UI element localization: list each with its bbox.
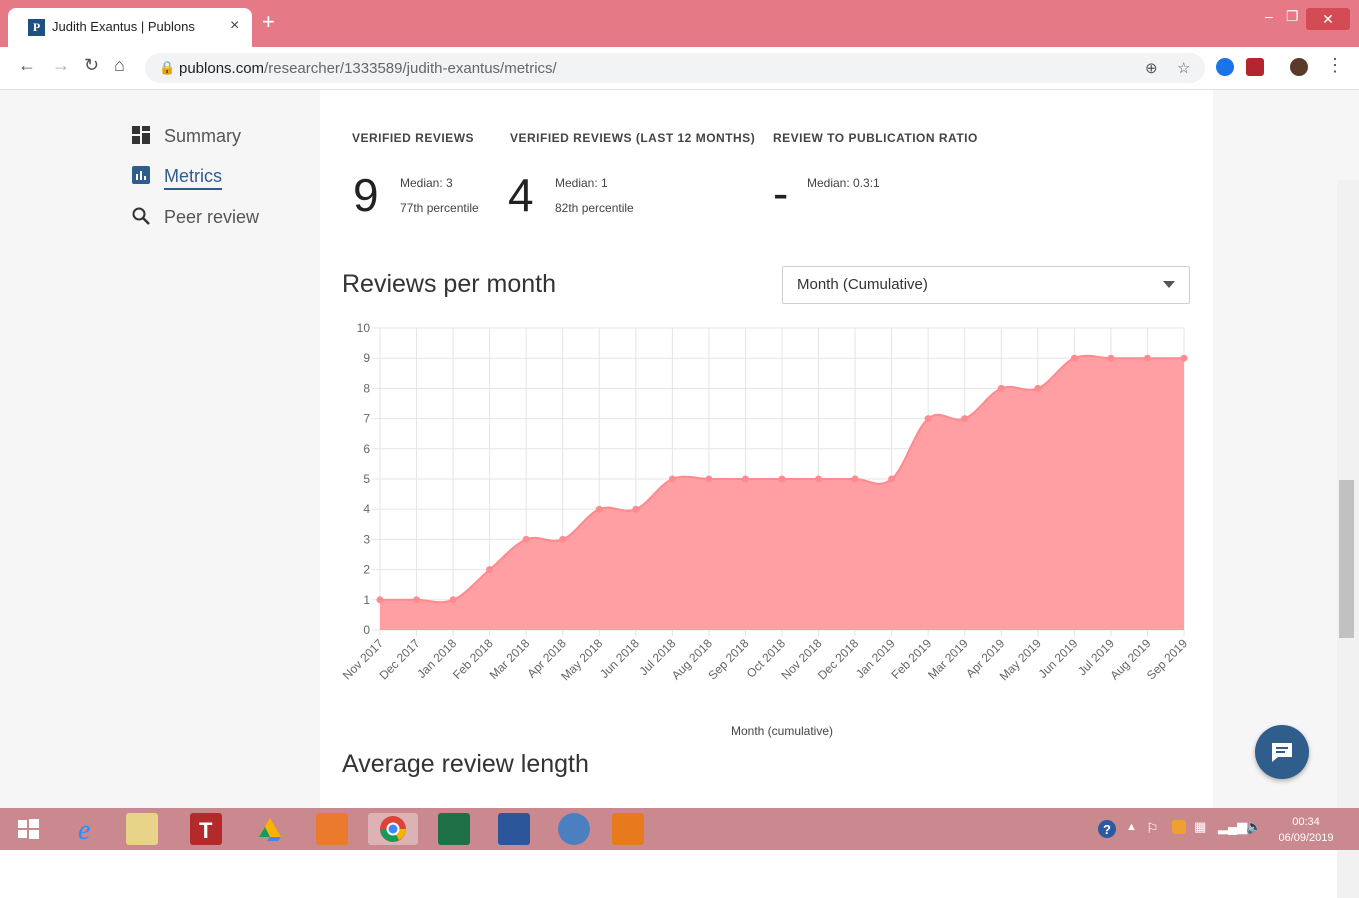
- stat-median: Median: 1: [555, 176, 608, 190]
- svg-text:T: T: [199, 818, 213, 843]
- dashboard-icon: [132, 126, 150, 144]
- page-background: [0, 90, 1359, 898]
- restore-icon[interactable]: ❐: [1286, 8, 1299, 25]
- bookmark-star-icon[interactable]: ☆: [1177, 59, 1190, 77]
- tab-title: Judith Exantus | Publons: [52, 19, 195, 34]
- profile-avatar[interactable]: [1290, 58, 1308, 76]
- chrome-icon[interactable]: [368, 813, 418, 845]
- scrollbar-thumb[interactable]: [1339, 480, 1354, 638]
- network-tray-icon[interactable]: ▦: [1194, 819, 1206, 835]
- excel-icon[interactable]: [438, 813, 470, 845]
- search-icon: [132, 207, 150, 225]
- svg-text:?: ?: [1103, 822, 1111, 837]
- select-value: Month (Cumulative): [797, 276, 928, 293]
- verified-reviews-value: 9: [353, 169, 379, 221]
- section-title: Reviews per month: [342, 270, 556, 298]
- volume-icon[interactable]: 🔈: [1246, 819, 1262, 835]
- chat-button[interactable]: [1255, 725, 1309, 779]
- zoom-icon[interactable]: ⊕: [1145, 59, 1158, 77]
- sidebar-item-label: Peer review: [164, 207, 260, 227]
- lock-icon: 🔒: [159, 60, 176, 75]
- media-player-icon[interactable]: [612, 813, 644, 845]
- mendeley-extension-icon[interactable]: [1246, 58, 1264, 76]
- stat-heading: VERIFIED REVIEWS: [352, 131, 475, 145]
- section-title: Average review length: [342, 750, 589, 778]
- home-icon[interactable]: ⌂: [114, 55, 125, 76]
- sidebar-item-label: Metrics: [164, 166, 222, 190]
- clock-date[interactable]: 06/09/2019: [1276, 832, 1336, 844]
- chevron-down-icon: [1163, 281, 1175, 288]
- sidebar-item-label: Summary: [164, 126, 242, 146]
- tray-expand-icon[interactable]: ▲: [1126, 821, 1137, 833]
- stat-percentile: 77th percentile: [400, 201, 479, 215]
- clock-time[interactable]: 00:34: [1276, 816, 1336, 828]
- browser-tab[interactable]: P Judith Exantus | Publons ×: [8, 8, 252, 47]
- word-icon[interactable]: [498, 813, 530, 845]
- windows-start-icon[interactable]: [12, 813, 44, 845]
- windows-taskbar: e T ? ▲ ⚐ ▦ ▂▄▆ 🔈 00:34 06/09/2019: [0, 808, 1359, 850]
- internet-explorer-icon[interactable]: e: [72, 813, 104, 846]
- t-app-icon[interactable]: T: [190, 813, 222, 845]
- bar-chart-icon: [132, 166, 150, 184]
- browser-titlebar: P Judith Exantus | Publons × + – ❐ ✕: [0, 0, 1359, 47]
- presentation-app-icon[interactable]: [316, 813, 348, 845]
- stat-heading: REVIEW TO PUBLICATION RATIO: [773, 131, 978, 145]
- stat-percentile: 82th percentile: [555, 201, 634, 215]
- metrics-card: [320, 90, 1213, 808]
- sidebar-item-summary[interactable]: Summary: [132, 126, 241, 147]
- menu-dots-icon[interactable]: ⋮: [1326, 55, 1344, 76]
- help-tray-icon[interactable]: ?: [1096, 813, 1118, 845]
- stat-median: Median: 3: [400, 176, 453, 190]
- stat-median: Median: 0.3:1: [807, 176, 880, 190]
- new-tab-button[interactable]: +: [262, 11, 275, 33]
- close-tab-icon[interactable]: ×: [230, 17, 239, 35]
- flag-tray-icon[interactable]: ⚐: [1146, 820, 1159, 837]
- forward-icon[interactable]: →: [52, 55, 70, 76]
- period-select[interactable]: Month (Cumulative): [782, 266, 1190, 304]
- sidebar-item-metrics[interactable]: Metrics: [132, 166, 222, 190]
- window-close-button[interactable]: ✕: [1306, 8, 1350, 30]
- address-bar[interactable]: 🔒 publons.com/researcher/1333589/judith-…: [145, 53, 1205, 83]
- signal-tray-icon[interactable]: ▂▄▆: [1218, 819, 1247, 835]
- back-icon[interactable]: ←: [18, 55, 36, 76]
- file-explorer-icon[interactable]: [126, 813, 158, 845]
- verified-reviews-12m-value: 4: [508, 169, 534, 221]
- network-app-icon[interactable]: [558, 813, 590, 845]
- publons-favicon-icon: P: [28, 19, 45, 36]
- stat-heading: VERIFIED REVIEWS (LAST 12 MONTHS): [510, 131, 756, 145]
- minimize-icon[interactable]: –: [1265, 8, 1273, 24]
- url-text[interactable]: publons.com/researcher/1333589/judith-ex…: [179, 60, 557, 77]
- sidebar-item-peer-review[interactable]: Peer review: [132, 207, 259, 228]
- chat-icon: [1272, 743, 1292, 762]
- browser-toolbar: ← → ↻ ⌂ 🔒 publons.com/researcher/1333589…: [0, 47, 1359, 90]
- extension-icon[interactable]: [1216, 58, 1234, 76]
- tray-app-icon[interactable]: [1172, 820, 1186, 834]
- google-drive-icon[interactable]: [254, 813, 286, 845]
- reload-icon[interactable]: ↻: [84, 55, 99, 76]
- scrollbar[interactable]: [1337, 180, 1359, 898]
- ratio-value: -: [773, 167, 789, 219]
- svg-text:e: e: [78, 815, 90, 845]
